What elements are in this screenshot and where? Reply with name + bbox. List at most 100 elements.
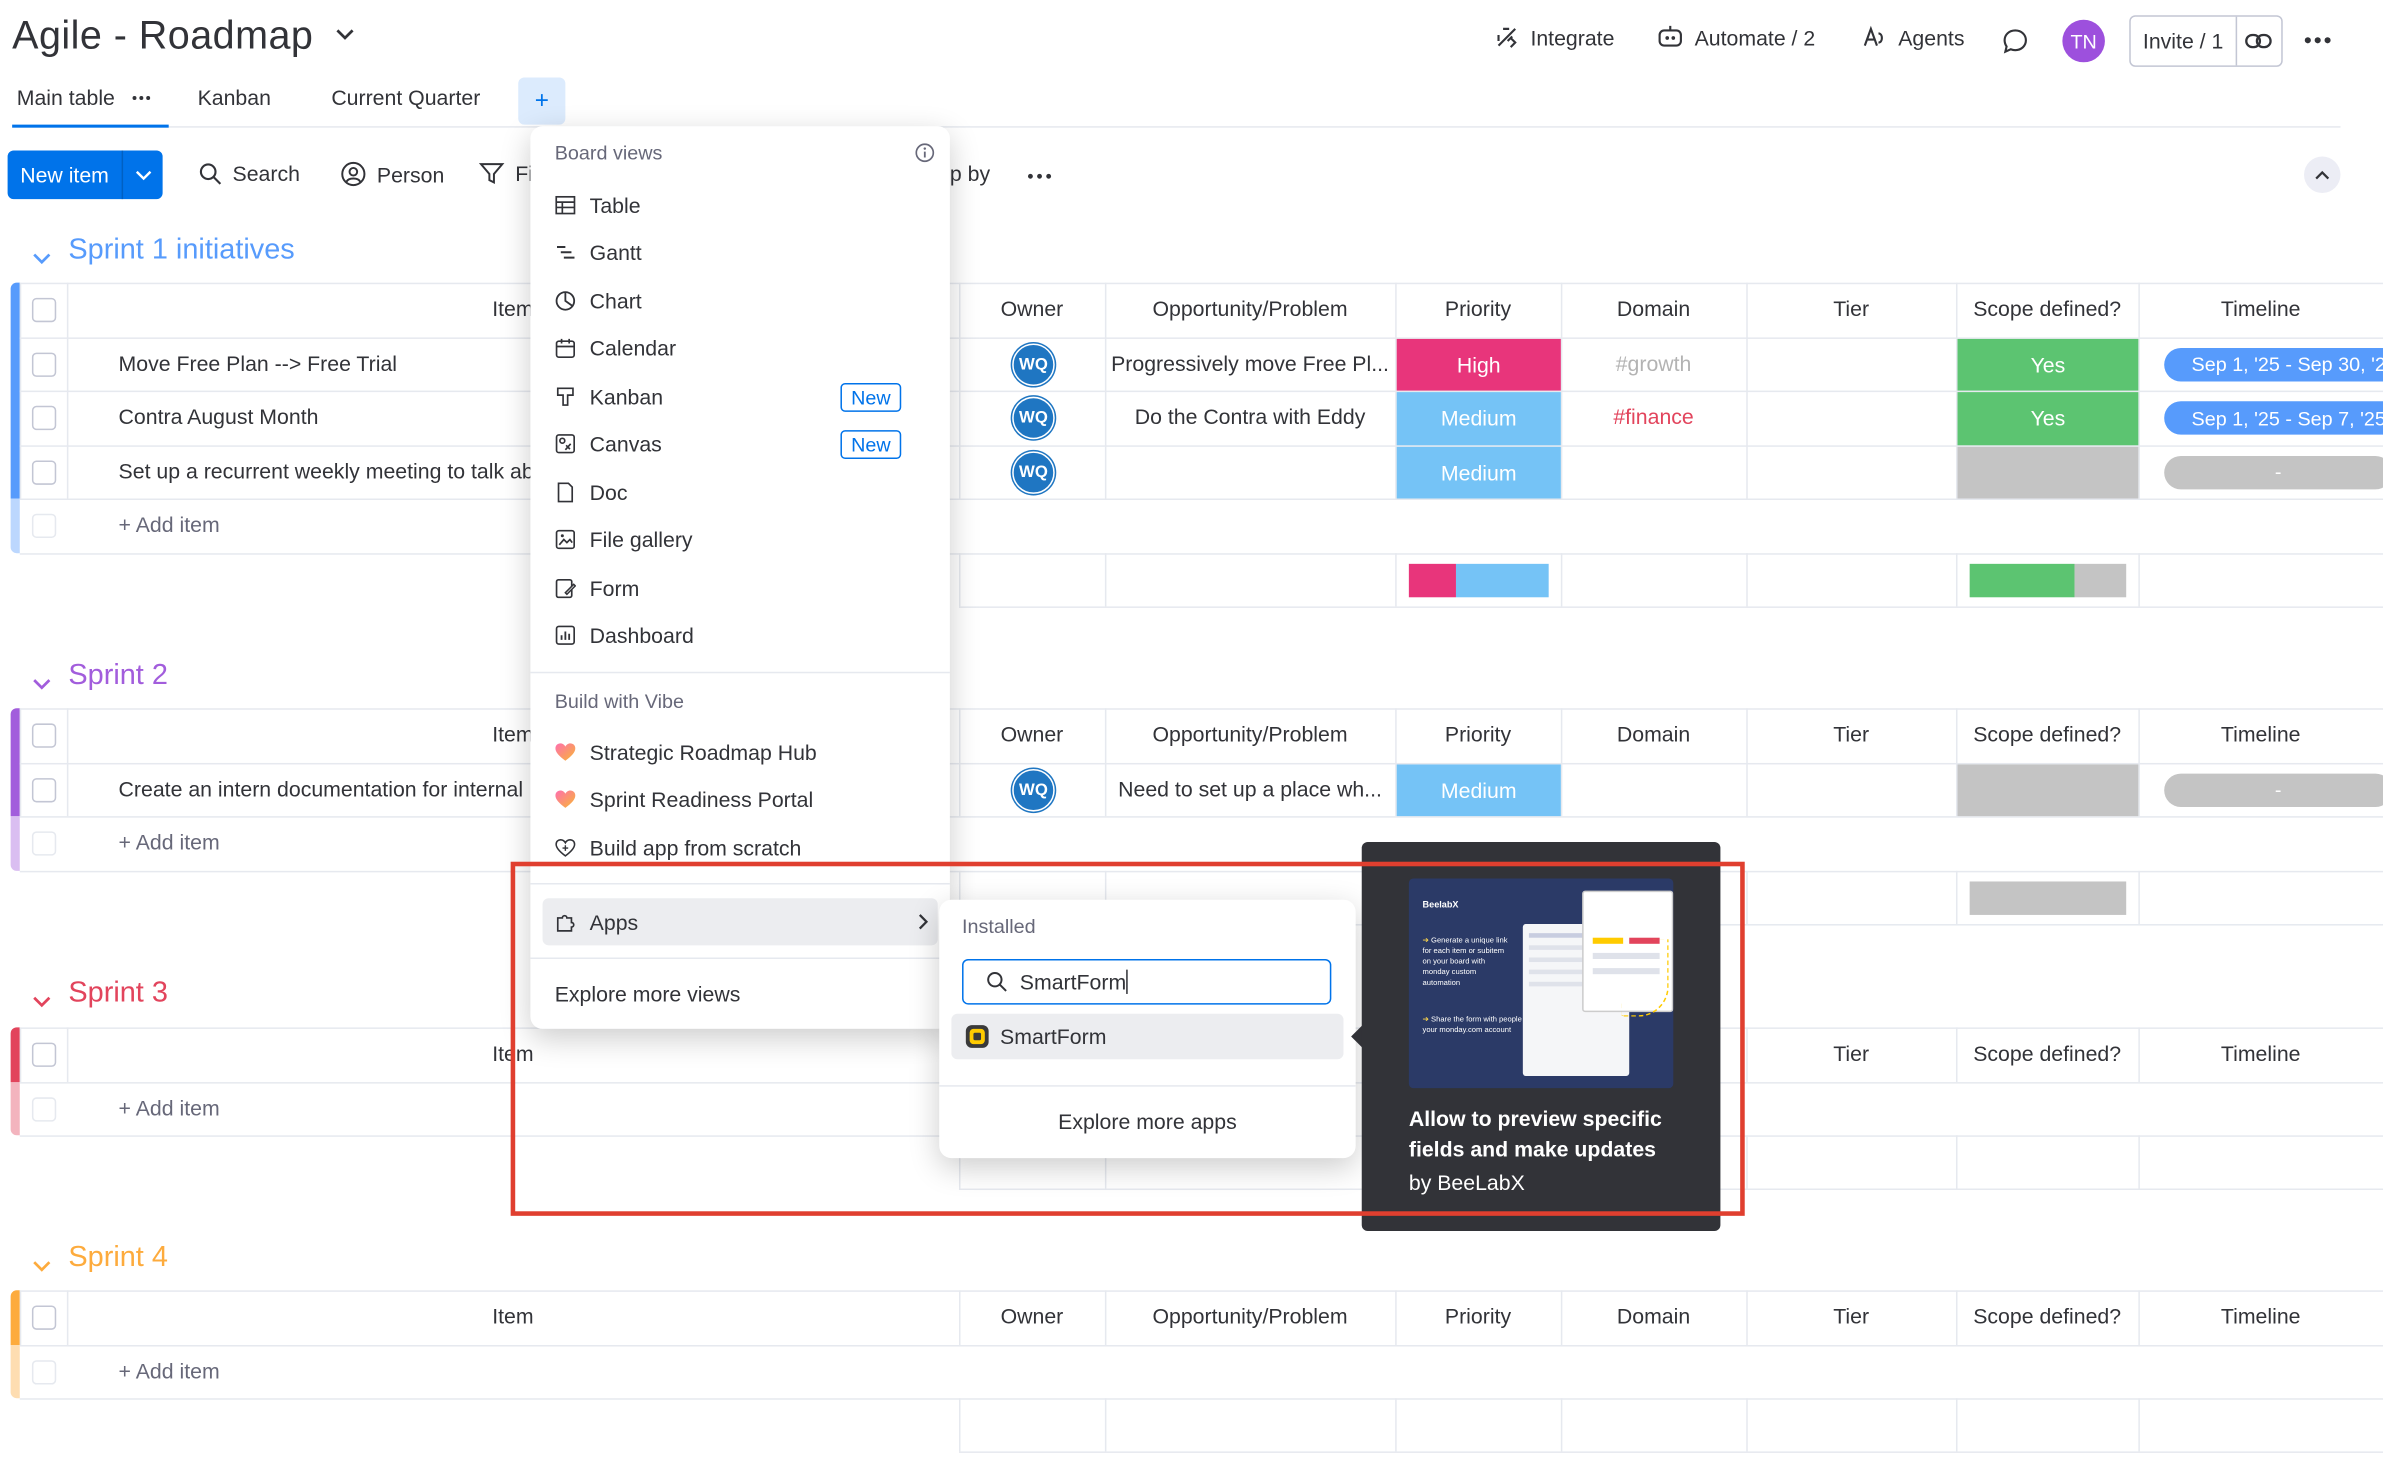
view-item-chart[interactable]: Chart bbox=[555, 280, 926, 323]
owner-avatar[interactable]: WQ bbox=[1012, 342, 1055, 386]
tab-main-table[interactable]: Main table bbox=[17, 85, 115, 109]
more-icon[interactable] bbox=[1027, 173, 1052, 179]
add-view-button[interactable]: + bbox=[518, 77, 566, 125]
scope-status[interactable] bbox=[1957, 446, 2139, 499]
add-item-button[interactable]: + Add item bbox=[119, 1358, 220, 1382]
column-header-opportunity-problem[interactable]: Opportunity/Problem bbox=[1105, 296, 1395, 320]
group-title[interactable]: Sprint 1 initiatives bbox=[68, 234, 294, 267]
owner-avatar[interactable]: WQ bbox=[1012, 768, 1055, 811]
opportunity-cell[interactable]: Need to set up a place wh... bbox=[1105, 776, 1395, 800]
filter-button[interactable]: Fi bbox=[478, 161, 533, 185]
domain-tag[interactable]: #finance bbox=[1561, 404, 1746, 428]
row-checkbox[interactable] bbox=[31, 777, 57, 802]
select-all-checkbox[interactable] bbox=[31, 297, 57, 323]
collapse-header-button[interactable] bbox=[2304, 156, 2341, 194]
row-checkbox[interactable] bbox=[31, 405, 57, 431]
timeline-pill[interactable]: - bbox=[2164, 772, 2383, 807]
tab-options-icon[interactable] bbox=[132, 96, 151, 101]
column-header-domain[interactable]: Domain bbox=[1561, 1304, 1746, 1328]
chevron-down-icon[interactable] bbox=[32, 995, 52, 1009]
view-item-kanban[interactable]: Kanban New bbox=[555, 375, 926, 418]
column-header-opportunity-problem[interactable]: Opportunity/Problem bbox=[1105, 722, 1395, 746]
priority-status[interactable]: Medium bbox=[1396, 763, 1561, 817]
group-title[interactable]: Sprint 3 bbox=[68, 977, 168, 1010]
group-title[interactable]: Sprint 4 bbox=[68, 1242, 168, 1275]
row-checkbox[interactable] bbox=[31, 459, 57, 485]
timeline-pill[interactable]: Sep 1, '25 - Sep 7, '25 bbox=[2164, 401, 2383, 435]
agents-button[interactable]: Agents bbox=[1860, 24, 1964, 50]
view-item-form[interactable]: Form bbox=[555, 567, 926, 610]
row-checkbox[interactable] bbox=[31, 351, 57, 377]
select-all-checkbox[interactable] bbox=[31, 723, 57, 748]
group-by-button[interactable]: p by bbox=[950, 161, 990, 185]
item-name[interactable]: Move Free Plan --> Free Trial bbox=[119, 350, 397, 374]
column-header-tier[interactable]: Tier bbox=[1746, 1041, 1956, 1065]
info-icon[interactable] bbox=[915, 143, 935, 163]
group-title[interactable]: Sprint 2 bbox=[68, 660, 168, 693]
opportunity-cell[interactable]: Do the Contra with Eddy bbox=[1105, 404, 1395, 428]
select-all-checkbox[interactable] bbox=[31, 1305, 57, 1330]
scope-status[interactable] bbox=[1957, 763, 2139, 817]
priority-status[interactable]: Medium bbox=[1396, 392, 1561, 445]
person-filter-button[interactable]: Person bbox=[340, 161, 444, 187]
domain-tag[interactable]: #growth bbox=[1561, 350, 1746, 374]
column-header-domain[interactable]: Domain bbox=[1561, 296, 1746, 320]
item-name[interactable]: Set up a recurrent weekly meeting to tal… bbox=[119, 458, 534, 482]
chevron-down-icon[interactable] bbox=[32, 1260, 52, 1274]
column-header-domain[interactable]: Domain bbox=[1561, 722, 1746, 746]
priority-status[interactable]: High bbox=[1396, 338, 1561, 391]
column-header-priority[interactable]: Priority bbox=[1395, 296, 1561, 320]
automate-button[interactable]: Automate / 2 bbox=[1657, 24, 1815, 50]
view-item-dashboard[interactable]: Dashboard bbox=[555, 614, 926, 657]
view-item-table[interactable]: Table bbox=[555, 184, 926, 227]
add-item-button[interactable]: + Add item bbox=[119, 512, 220, 536]
add-item-button[interactable]: + Add item bbox=[119, 830, 220, 854]
owner-avatar[interactable]: WQ bbox=[1012, 396, 1055, 440]
column-header-item[interactable]: Item bbox=[67, 1304, 959, 1328]
scope-status[interactable]: Yes bbox=[1957, 392, 2139, 445]
new-item-button[interactable]: New item bbox=[7, 150, 163, 200]
priority-status[interactable]: Medium bbox=[1396, 446, 1561, 499]
search-button[interactable]: Search bbox=[199, 161, 300, 185]
timeline-pill[interactable]: Sep 1, '25 - Sep 30, '25 bbox=[2164, 347, 2383, 381]
column-header-timeline[interactable]: Timeline bbox=[2138, 722, 2383, 746]
view-item-canvas[interactable]: Canvas New bbox=[555, 423, 926, 466]
board-title[interactable]: Agile - Roadmap bbox=[12, 12, 313, 59]
chevron-down-icon[interactable] bbox=[32, 678, 52, 692]
column-header-owner[interactable]: Owner bbox=[959, 1304, 1105, 1328]
vibe-item-strategic-roadmap-hub[interactable]: Strategic Roadmap Hub bbox=[555, 731, 926, 774]
column-header-owner[interactable]: Owner bbox=[959, 722, 1105, 746]
chevron-down-icon[interactable] bbox=[334, 27, 355, 42]
item-name[interactable]: Contra August Month bbox=[119, 404, 319, 428]
column-header-timeline[interactable]: Timeline bbox=[2138, 1304, 2383, 1328]
tab-current-quarter[interactable]: Current Quarter bbox=[331, 85, 480, 109]
owner-avatar[interactable]: WQ bbox=[1012, 450, 1055, 494]
view-item-gantt[interactable]: Gantt bbox=[555, 231, 926, 274]
column-header-tier[interactable]: Tier bbox=[1746, 722, 1956, 746]
column-header-owner[interactable]: Owner bbox=[959, 296, 1105, 320]
column-header-scope-defined-[interactable]: Scope defined? bbox=[1956, 1304, 2138, 1328]
chevron-down-icon[interactable] bbox=[32, 252, 52, 266]
tab-kanban[interactable]: Kanban bbox=[198, 85, 271, 109]
opportunity-cell[interactable]: Progressively move Free Pl... bbox=[1105, 350, 1395, 374]
column-header-scope-defined-[interactable]: Scope defined? bbox=[1956, 296, 2138, 320]
add-item-button[interactable]: + Add item bbox=[119, 1095, 220, 1119]
avatar[interactable]: TN bbox=[2062, 19, 2105, 63]
more-options-icon[interactable] bbox=[2304, 36, 2331, 44]
column-header-tier[interactable]: Tier bbox=[1746, 296, 1956, 320]
column-header-opportunity-problem[interactable]: Opportunity/Problem bbox=[1105, 1304, 1395, 1328]
view-item-file-gallery[interactable]: File gallery bbox=[555, 518, 926, 561]
item-name[interactable]: Create an intern documentation for inter… bbox=[119, 776, 524, 800]
column-header-scope-defined-[interactable]: Scope defined? bbox=[1956, 1041, 2138, 1065]
vibe-item-sprint-readiness-portal[interactable]: Sprint Readiness Portal bbox=[555, 778, 926, 821]
select-all-checkbox[interactable] bbox=[31, 1042, 57, 1067]
column-header-timeline[interactable]: Timeline bbox=[2138, 296, 2383, 320]
timeline-pill[interactable]: - bbox=[2164, 455, 2383, 489]
view-item-calendar[interactable]: Calendar bbox=[555, 327, 926, 370]
scope-status[interactable]: Yes bbox=[1957, 338, 2139, 391]
column-header-priority[interactable]: Priority bbox=[1395, 1304, 1561, 1328]
copy-link-icon[interactable] bbox=[2237, 32, 2281, 50]
invite-button[interactable]: Invite / 1 bbox=[2129, 15, 2283, 67]
column-header-scope-defined-[interactable]: Scope defined? bbox=[1956, 722, 2138, 746]
column-header-tier[interactable]: Tier bbox=[1746, 1304, 1956, 1328]
